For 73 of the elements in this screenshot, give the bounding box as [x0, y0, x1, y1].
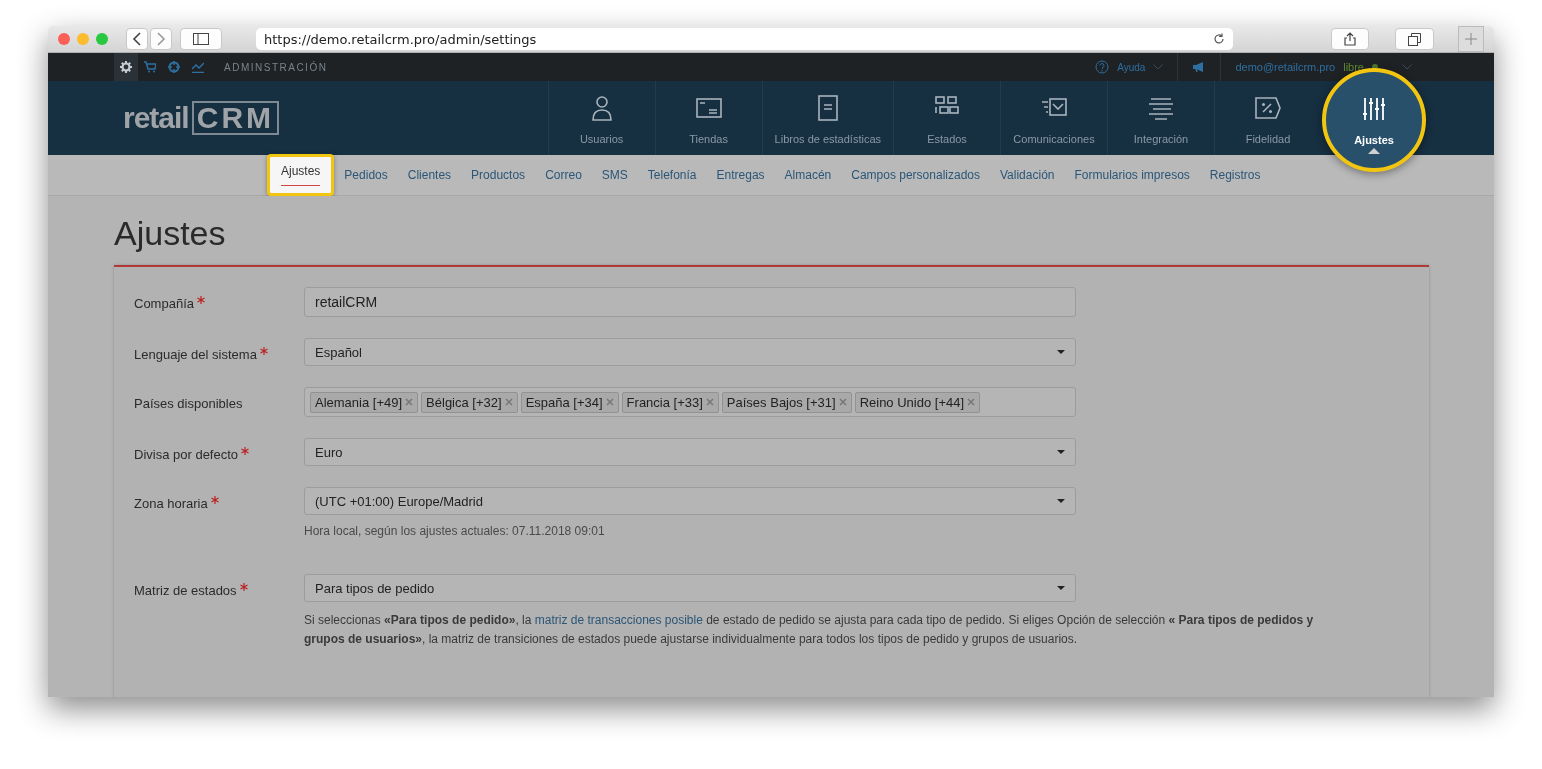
remove-icon[interactable]: [605, 398, 614, 406]
sub-tab[interactable]: Registros: [1199, 158, 1271, 192]
cart-icon: [144, 61, 156, 73]
sub-tab[interactable]: SMS: [591, 158, 638, 192]
sliders-icon: [1361, 96, 1387, 122]
text-field[interactable]: retailCRM: [304, 287, 1076, 317]
toolbar-button[interactable]: [114, 53, 138, 81]
tag-label: Bélgica [+32]: [426, 394, 502, 410]
back-button[interactable]: [126, 28, 148, 50]
field-label: Matriz de estados: [134, 583, 237, 598]
select-field[interactable]: Euro: [304, 438, 1076, 466]
select-field[interactable]: (UTC +01:00) Europe/Madrid: [304, 487, 1076, 515]
tag-label: Francia [+33]: [626, 394, 703, 410]
select-field[interactable]: Español: [304, 338, 1076, 366]
remove-icon[interactable]: [405, 398, 414, 406]
sub-tab[interactable]: Entregas: [706, 158, 775, 192]
back-icon: [132, 32, 142, 46]
sub-tab[interactable]: Productos: [461, 158, 536, 192]
lines-icon: [1148, 95, 1174, 121]
help-link[interactable]: matriz de transacciones posible: [534, 613, 703, 627]
field-label: Divisa por defecto: [134, 447, 239, 462]
sub-tab[interactable]: Formularios impresos: [1064, 158, 1200, 192]
close-button[interactable]: [58, 33, 70, 45]
help-link[interactable]: Ayuda: [1117, 61, 1146, 73]
sub-tab[interactable]: Clientes: [397, 158, 462, 192]
reload-icon: [1213, 33, 1225, 45]
sub-tab[interactable]: Campos personalizados: [841, 158, 990, 192]
sub-tab[interactable]: Ajustes: [267, 154, 335, 196]
field-label: Zona horaria: [134, 496, 208, 511]
remove-icon[interactable]: [705, 398, 714, 406]
sub-tab[interactable]: Telefonía: [637, 158, 707, 192]
sidebar-button[interactable]: [180, 28, 222, 50]
address-field[interactable]: https://demo.retailcrm.pro/admin/settings: [256, 28, 1233, 50]
chevron-down-icon: [1153, 64, 1164, 70]
field-label: Países disponibles: [134, 396, 243, 411]
gear-icon: [120, 61, 132, 73]
help-icon: [1095, 60, 1110, 74]
page-title: Ajustes: [114, 214, 227, 253]
tag-label: Reino Unido [+44]: [859, 394, 965, 410]
field-label: Compañía: [134, 296, 194, 311]
remove-icon[interactable]: [838, 398, 847, 406]
tag-label: Alemania [+49]: [315, 394, 403, 410]
plus-icon: [1465, 33, 1477, 45]
sub-tab[interactable]: Pedidos: [334, 158, 398, 192]
select-field[interactable]: Para tipos de pedido: [304, 574, 1076, 602]
remove-icon[interactable]: [967, 398, 976, 406]
field-label: Lenguaje del sistema: [134, 347, 257, 362]
new-tab-button[interactable]: [1458, 26, 1484, 52]
tabs-icon: [1408, 32, 1421, 46]
remove-icon[interactable]: [504, 398, 513, 406]
section-label: ADMINSTRACIÓN: [224, 61, 328, 73]
tabs-button[interactable]: [1395, 28, 1434, 50]
sub-tab[interactable]: Validación: [990, 158, 1065, 192]
sidebar-icon: [193, 33, 209, 45]
sub-tab[interactable]: Correo: [535, 158, 592, 192]
help-paragraph: Si seleccionas «Para tipos de pedido», la matriz de transacciones posible de estado de pedido se ajusta para cada tipo de pedido. Si eliges Opción de selección « Para tipos de pedidos y grupos de usuarios», la matriz de transiciones de estados puede ajustarse individualmente para todos los tipos de pedido y grupos de usuarios.: [304, 612, 1314, 648]
share-icon: [1344, 32, 1356, 46]
sub-tab[interactable]: Almacén: [774, 158, 842, 192]
hint-text: Hora local, según los ajustes actuales: 07.11.2018 09:01: [304, 524, 606, 538]
window-icon: [695, 95, 722, 121]
tag-label: España [+34]: [525, 394, 603, 410]
share-button[interactable]: [1331, 28, 1369, 50]
url-text: https://demo.retailcrm.pro/admin/settings: [264, 31, 537, 47]
chevron-down-icon: [1402, 64, 1412, 70]
logo: retail CRM: [123, 81, 280, 155]
crosshair-icon: [168, 61, 180, 73]
chart-line-icon: [192, 61, 204, 73]
maximize-button[interactable]: [96, 33, 108, 45]
tags-field[interactable]: Alemania [+49] Bélgica [+32] España [+34] Francia [+33] Países Bajos [+31] Reino Unido [+44]: [304, 387, 1076, 417]
discount-tag-icon: [1255, 95, 1281, 121]
tag-label: Países Bajos [+31]: [726, 394, 836, 410]
forward-icon: [156, 32, 166, 46]
minimize-button[interactable]: [77, 33, 89, 45]
